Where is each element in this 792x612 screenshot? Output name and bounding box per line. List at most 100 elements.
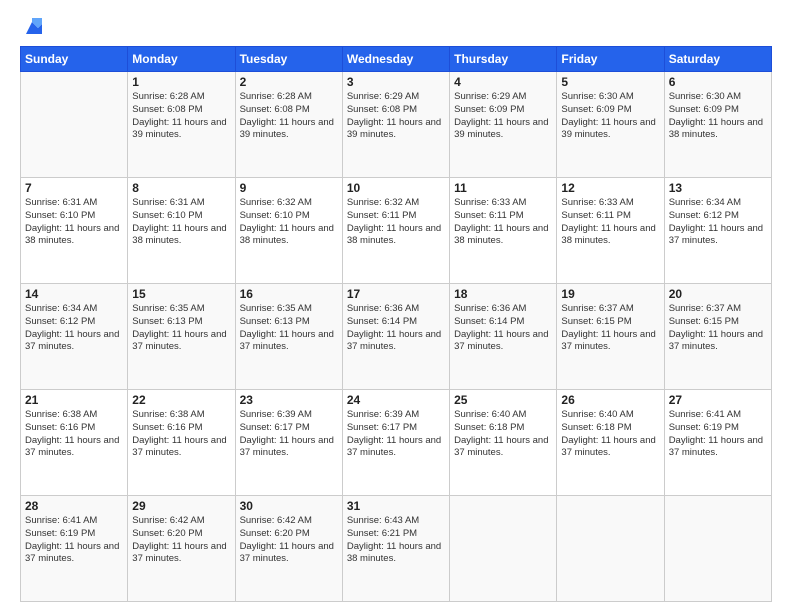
- day-info: Sunrise: 6:35 AM Sunset: 6:13 PM Dayligh…: [132, 303, 230, 354]
- sunset-text: Sunset: 6:17 PM: [240, 422, 338, 435]
- sunrise-text: Sunrise: 6:29 AM: [454, 91, 552, 104]
- sunrise-text: Sunrise: 6:41 AM: [669, 409, 767, 422]
- col-thursday: Thursday: [450, 47, 557, 72]
- daylight-text: Daylight: 11 hours and 39 minutes.: [132, 117, 230, 143]
- table-cell: 6 Sunrise: 6:30 AM Sunset: 6:09 PM Dayli…: [664, 72, 771, 178]
- day-info: Sunrise: 6:40 AM Sunset: 6:18 PM Dayligh…: [454, 409, 552, 460]
- sunset-text: Sunset: 6:14 PM: [454, 316, 552, 329]
- table-cell: 18 Sunrise: 6:36 AM Sunset: 6:14 PM Dayl…: [450, 284, 557, 390]
- table-cell: 17 Sunrise: 6:36 AM Sunset: 6:14 PM Dayl…: [342, 284, 449, 390]
- sunrise-text: Sunrise: 6:34 AM: [25, 303, 123, 316]
- table-cell: 31 Sunrise: 6:43 AM Sunset: 6:21 PM Dayl…: [342, 496, 449, 602]
- day-number: 3: [347, 75, 445, 89]
- day-info: Sunrise: 6:30 AM Sunset: 6:09 PM Dayligh…: [669, 91, 767, 142]
- day-info: Sunrise: 6:28 AM Sunset: 6:08 PM Dayligh…: [132, 91, 230, 142]
- table-cell: 28 Sunrise: 6:41 AM Sunset: 6:19 PM Dayl…: [21, 496, 128, 602]
- day-info: Sunrise: 6:32 AM Sunset: 6:10 PM Dayligh…: [240, 197, 338, 248]
- sunset-text: Sunset: 6:19 PM: [669, 422, 767, 435]
- table-cell: 23 Sunrise: 6:39 AM Sunset: 6:17 PM Dayl…: [235, 390, 342, 496]
- sunrise-text: Sunrise: 6:37 AM: [561, 303, 659, 316]
- day-number: 30: [240, 499, 338, 513]
- day-number: 1: [132, 75, 230, 89]
- daylight-text: Daylight: 11 hours and 37 minutes.: [561, 329, 659, 355]
- day-info: Sunrise: 6:41 AM Sunset: 6:19 PM Dayligh…: [25, 515, 123, 566]
- sunrise-text: Sunrise: 6:39 AM: [347, 409, 445, 422]
- sunset-text: Sunset: 6:08 PM: [347, 104, 445, 117]
- table-cell: 14 Sunrise: 6:34 AM Sunset: 6:12 PM Dayl…: [21, 284, 128, 390]
- sunset-text: Sunset: 6:16 PM: [132, 422, 230, 435]
- sunset-text: Sunset: 6:09 PM: [454, 104, 552, 117]
- daylight-text: Daylight: 11 hours and 37 minutes.: [132, 435, 230, 461]
- day-info: Sunrise: 6:42 AM Sunset: 6:20 PM Dayligh…: [240, 515, 338, 566]
- daylight-text: Daylight: 11 hours and 38 minutes.: [347, 223, 445, 249]
- daylight-text: Daylight: 11 hours and 37 minutes.: [132, 329, 230, 355]
- table-cell: 13 Sunrise: 6:34 AM Sunset: 6:12 PM Dayl…: [664, 178, 771, 284]
- day-info: Sunrise: 6:30 AM Sunset: 6:09 PM Dayligh…: [561, 91, 659, 142]
- sunset-text: Sunset: 6:12 PM: [25, 316, 123, 329]
- day-info: Sunrise: 6:37 AM Sunset: 6:15 PM Dayligh…: [669, 303, 767, 354]
- col-tuesday: Tuesday: [235, 47, 342, 72]
- day-number: 31: [347, 499, 445, 513]
- header: [20, 18, 772, 36]
- table-cell: 10 Sunrise: 6:32 AM Sunset: 6:11 PM Dayl…: [342, 178, 449, 284]
- day-number: 20: [669, 287, 767, 301]
- daylight-text: Daylight: 11 hours and 37 minutes.: [669, 223, 767, 249]
- table-cell: 21 Sunrise: 6:38 AM Sunset: 6:16 PM Dayl…: [21, 390, 128, 496]
- sunset-text: Sunset: 6:09 PM: [561, 104, 659, 117]
- table-cell: 1 Sunrise: 6:28 AM Sunset: 6:08 PM Dayli…: [128, 72, 235, 178]
- daylight-text: Daylight: 11 hours and 37 minutes.: [669, 329, 767, 355]
- day-number: 2: [240, 75, 338, 89]
- table-cell: 15 Sunrise: 6:35 AM Sunset: 6:13 PM Dayl…: [128, 284, 235, 390]
- sunset-text: Sunset: 6:11 PM: [347, 210, 445, 223]
- table-cell: 25 Sunrise: 6:40 AM Sunset: 6:18 PM Dayl…: [450, 390, 557, 496]
- day-number: 23: [240, 393, 338, 407]
- day-info: Sunrise: 6:37 AM Sunset: 6:15 PM Dayligh…: [561, 303, 659, 354]
- sunrise-text: Sunrise: 6:31 AM: [25, 197, 123, 210]
- calendar-table: Sunday Monday Tuesday Wednesday Thursday…: [20, 46, 772, 602]
- daylight-text: Daylight: 11 hours and 37 minutes.: [454, 435, 552, 461]
- sunrise-text: Sunrise: 6:36 AM: [454, 303, 552, 316]
- calendar-week-row: 28 Sunrise: 6:41 AM Sunset: 6:19 PM Dayl…: [21, 496, 772, 602]
- table-cell: 26 Sunrise: 6:40 AM Sunset: 6:18 PM Dayl…: [557, 390, 664, 496]
- day-number: 18: [454, 287, 552, 301]
- sunset-text: Sunset: 6:18 PM: [561, 422, 659, 435]
- day-number: 29: [132, 499, 230, 513]
- sunset-text: Sunset: 6:10 PM: [25, 210, 123, 223]
- sunset-text: Sunset: 6:08 PM: [132, 104, 230, 117]
- daylight-text: Daylight: 11 hours and 38 minutes.: [561, 223, 659, 249]
- sunset-text: Sunset: 6:21 PM: [347, 528, 445, 541]
- sunset-text: Sunset: 6:08 PM: [240, 104, 338, 117]
- table-cell: 11 Sunrise: 6:33 AM Sunset: 6:11 PM Dayl…: [450, 178, 557, 284]
- day-number: 15: [132, 287, 230, 301]
- day-info: Sunrise: 6:31 AM Sunset: 6:10 PM Dayligh…: [132, 197, 230, 248]
- day-number: 10: [347, 181, 445, 195]
- day-number: 19: [561, 287, 659, 301]
- sunset-text: Sunset: 6:19 PM: [25, 528, 123, 541]
- sunset-text: Sunset: 6:13 PM: [132, 316, 230, 329]
- sunrise-text: Sunrise: 6:33 AM: [454, 197, 552, 210]
- day-info: Sunrise: 6:40 AM Sunset: 6:18 PM Dayligh…: [561, 409, 659, 460]
- day-number: 4: [454, 75, 552, 89]
- col-wednesday: Wednesday: [342, 47, 449, 72]
- sunrise-text: Sunrise: 6:29 AM: [347, 91, 445, 104]
- sunrise-text: Sunrise: 6:31 AM: [132, 197, 230, 210]
- sunset-text: Sunset: 6:15 PM: [669, 316, 767, 329]
- calendar-week-row: 7 Sunrise: 6:31 AM Sunset: 6:10 PM Dayli…: [21, 178, 772, 284]
- calendar-week-row: 14 Sunrise: 6:34 AM Sunset: 6:12 PM Dayl…: [21, 284, 772, 390]
- daylight-text: Daylight: 11 hours and 37 minutes.: [347, 435, 445, 461]
- daylight-text: Daylight: 11 hours and 38 minutes.: [454, 223, 552, 249]
- daylight-text: Daylight: 11 hours and 37 minutes.: [240, 435, 338, 461]
- calendar-header-row: Sunday Monday Tuesday Wednesday Thursday…: [21, 47, 772, 72]
- sunrise-text: Sunrise: 6:35 AM: [132, 303, 230, 316]
- calendar-week-row: 21 Sunrise: 6:38 AM Sunset: 6:16 PM Dayl…: [21, 390, 772, 496]
- day-info: Sunrise: 6:38 AM Sunset: 6:16 PM Dayligh…: [132, 409, 230, 460]
- daylight-text: Daylight: 11 hours and 39 minutes.: [347, 117, 445, 143]
- daylight-text: Daylight: 11 hours and 38 minutes.: [669, 117, 767, 143]
- table-cell: 27 Sunrise: 6:41 AM Sunset: 6:19 PM Dayl…: [664, 390, 771, 496]
- table-cell: [557, 496, 664, 602]
- col-saturday: Saturday: [664, 47, 771, 72]
- calendar-week-row: 1 Sunrise: 6:28 AM Sunset: 6:08 PM Dayli…: [21, 72, 772, 178]
- day-number: 6: [669, 75, 767, 89]
- logo-icon: [22, 18, 42, 38]
- table-cell: [450, 496, 557, 602]
